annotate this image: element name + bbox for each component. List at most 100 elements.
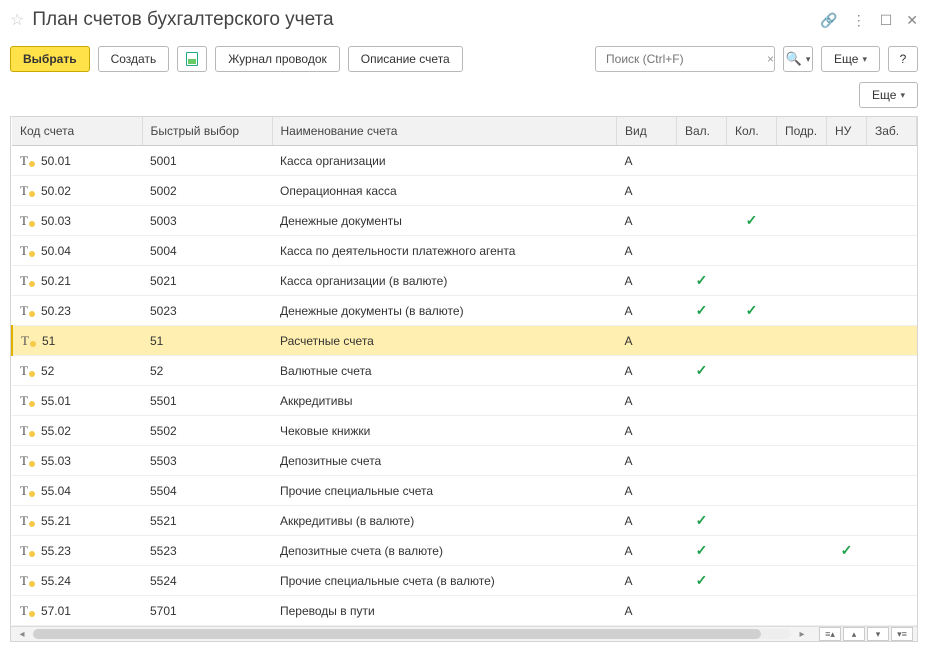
table-row[interactable]: T50.035003Денежные документыА✓ (12, 206, 917, 236)
cell-code: T55.23 (12, 536, 142, 566)
copy-button[interactable] (177, 46, 207, 72)
table-more-button[interactable]: Еще ▾ (859, 82, 918, 108)
table-row[interactable]: T55.215521Аккредитивы (в валюте)А✓ (12, 506, 917, 536)
cell-sub (777, 386, 827, 416)
cell-kind: А (617, 266, 677, 296)
col-header-sub[interactable]: Подр. (777, 117, 827, 146)
maximize-icon[interactable]: ☐ (880, 12, 893, 29)
titlebar: ☆ План счетов бухгалтерского учета 🔗 ⋮ ☐… (10, 6, 918, 34)
table-row[interactable]: T55.235523Депозитные счета (в валюте)А✓✓ (12, 536, 917, 566)
table-row[interactable]: T50.235023Денежные документы (в валюте)А… (12, 296, 917, 326)
cell-val (677, 386, 727, 416)
description-button[interactable]: Описание счета (348, 46, 463, 72)
scroll-left-icon[interactable]: ◂ (15, 629, 29, 640)
col-header-code[interactable]: Код счета (12, 117, 142, 146)
search-field[interactable]: × (595, 46, 775, 72)
table-row[interactable]: T55.025502Чековые книжкиА (12, 416, 917, 446)
table-row[interactable]: T57.015701Переводы в путиА (12, 596, 917, 626)
chevron-down-icon: ▾ (862, 54, 867, 65)
cell-code: T55.01 (12, 386, 142, 416)
account-type-icon: T (20, 423, 35, 439)
cell-name: Касса по деятельности платежного агента (272, 236, 617, 266)
journal-button[interactable]: Журнал проводок (215, 46, 340, 72)
cell-quick: 5002 (142, 176, 272, 206)
cell-val (677, 206, 727, 236)
cell-nu (827, 296, 867, 326)
table-row[interactable]: T55.035503Депозитные счетаА (12, 446, 917, 476)
table-nav-buttons: ≡▴ ▴ ▾ ▾≡ (819, 627, 913, 641)
table-row[interactable]: T55.015501АккредитивыА (12, 386, 917, 416)
horizontal-scrollbar[interactable]: ◂ ▸ ≡▴ ▴ ▾ ▾≡ (11, 626, 917, 641)
cell-quick: 5001 (142, 146, 272, 176)
cell-code: T55.03 (12, 446, 142, 476)
cell-qty (727, 266, 777, 296)
checkmark-icon: ✓ (696, 362, 708, 378)
create-button[interactable]: Создать (98, 46, 170, 72)
select-button[interactable]: Выбрать (10, 46, 90, 72)
nav-up-button[interactable]: ▴ (843, 627, 865, 641)
checkmark-icon: ✓ (746, 212, 758, 228)
cell-quick: 5003 (142, 206, 272, 236)
nav-top-button[interactable]: ≡▴ (819, 627, 841, 641)
cell-nu (827, 416, 867, 446)
cell-qty (727, 416, 777, 446)
account-type-icon: T (20, 183, 35, 199)
table-row[interactable]: T50.025002Операционная кассаА (12, 176, 917, 206)
more-button[interactable]: Еще ▾ (821, 46, 880, 72)
col-header-quick[interactable]: Быстрый выбор (142, 117, 272, 146)
table-row[interactable]: T55.045504Прочие специальные счетаА (12, 476, 917, 506)
table-row[interactable]: T5151Расчетные счетаА (12, 326, 917, 356)
favorite-star-icon[interactable]: ☆ (10, 10, 24, 30)
col-header-nu[interactable]: НУ (827, 117, 867, 146)
account-type-icon: T (20, 513, 35, 529)
table-row[interactable]: T50.015001Касса организацииА (12, 146, 917, 176)
cell-sub (777, 176, 827, 206)
table-row[interactable]: T50.045004Касса по деятельности платежно… (12, 236, 917, 266)
table-row[interactable]: T55.245524Прочие специальные счета (в ва… (12, 566, 917, 596)
clear-search-icon[interactable]: × (763, 52, 778, 66)
cell-quick: 5021 (142, 266, 272, 296)
cell-val: ✓ (677, 266, 727, 296)
col-header-qty[interactable]: Кол. (727, 117, 777, 146)
search-input[interactable] (604, 51, 763, 67)
cell-sub (777, 206, 827, 236)
table-row[interactable]: T5252Валютные счетаА✓ (12, 356, 917, 386)
scroll-track[interactable] (33, 629, 791, 639)
cell-nu (827, 356, 867, 386)
cell-qty (727, 386, 777, 416)
cell-kind: А (617, 146, 677, 176)
search-options-button[interactable]: 🔍 ▾ (783, 46, 813, 72)
account-type-icon: T (20, 153, 35, 169)
account-code: 55.01 (41, 394, 71, 408)
link-icon[interactable]: 🔗 (820, 12, 837, 29)
table-row[interactable]: T50.215021Касса организации (в валюте)А✓ (12, 266, 917, 296)
nav-down-button[interactable]: ▾ (867, 627, 889, 641)
kebab-menu-icon[interactable]: ⋮ (852, 12, 866, 29)
cell-kind: А (617, 386, 677, 416)
scroll-thumb[interactable] (33, 629, 761, 639)
col-header-kind[interactable]: Вид (617, 117, 677, 146)
cell-val: ✓ (677, 506, 727, 536)
account-type-icon: T (20, 483, 35, 499)
cell-code: T55.21 (12, 506, 142, 536)
cell-val (677, 146, 727, 176)
scroll-right-icon[interactable]: ▸ (795, 629, 809, 640)
account-code: 55.04 (41, 484, 71, 498)
cell-nu (827, 236, 867, 266)
cell-kind: А (617, 476, 677, 506)
accounts-table: Код счета Быстрый выбор Наименование сче… (10, 116, 918, 642)
cell-nu (827, 476, 867, 506)
magnifier-icon: 🔍 (786, 51, 802, 67)
account-code: 50.23 (41, 304, 71, 318)
document-icon (186, 52, 198, 66)
cell-kind: А (617, 356, 677, 386)
col-header-zab[interactable]: Заб. (867, 117, 917, 146)
cell-zab (867, 536, 917, 566)
cell-code: T50.21 (12, 266, 142, 296)
cell-code: T50.01 (12, 146, 142, 176)
help-button[interactable]: ? (888, 46, 918, 72)
close-icon[interactable]: ✕ (906, 12, 918, 29)
col-header-name[interactable]: Наименование счета (272, 117, 617, 146)
nav-bottom-button[interactable]: ▾≡ (891, 627, 913, 641)
col-header-val[interactable]: Вал. (677, 117, 727, 146)
